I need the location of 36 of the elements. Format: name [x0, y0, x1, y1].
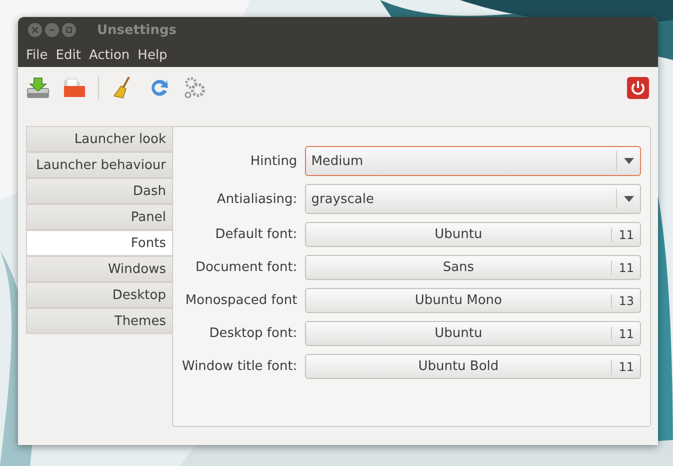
menu-item[interactable]: Edit — [52, 48, 84, 62]
menu-item[interactable]: File — [23, 48, 51, 62]
field-label: Hinting — [249, 154, 298, 168]
close-icon[interactable] — [28, 23, 42, 37]
field-label: Document font: — [194, 260, 298, 275]
tab[interactable]: Dash — [26, 178, 172, 204]
field-label: Default font: — [214, 227, 298, 242]
tab[interactable]: Launcher look — [26, 126, 172, 152]
menu-item[interactable]: Action — [86, 48, 133, 62]
font-button[interactable]: Sans 11 — [305, 255, 641, 280]
power-icon[interactable] — [626, 76, 650, 100]
menu-item[interactable]: Help — [134, 48, 170, 62]
tab[interactable]: Themes — [26, 308, 172, 334]
dropdown[interactable]: grayscale — [305, 184, 641, 214]
font-button[interactable]: Ubuntu 11 — [305, 321, 641, 346]
maximize-icon[interactable] — [62, 23, 76, 37]
tab[interactable]: Desktop — [26, 282, 172, 308]
caret-icon — [624, 158, 634, 164]
font-button[interactable]: Ubuntu 11 — [305, 222, 641, 247]
field-label: Monospaced font — [184, 293, 298, 308]
tab[interactable]: Windows — [26, 256, 172, 282]
dropdown[interactable]: Medium — [305, 146, 641, 176]
save-drive-icon[interactable] — [26, 76, 50, 100]
tab[interactable]: Panel — [26, 204, 172, 230]
tab[interactable]: Fonts — [26, 230, 172, 256]
window-title: Unsettings — [97, 22, 177, 38]
field-label: Window title font: — [182, 359, 298, 374]
minimize-icon[interactable] — [45, 23, 59, 37]
caret-icon — [624, 196, 634, 202]
field-label: Antialiasing: — [216, 192, 298, 206]
gears-icon[interactable] — [183, 76, 207, 100]
field-label: Desktop font: — [208, 326, 298, 341]
folder-icon[interactable] — [62, 76, 86, 100]
font-button[interactable]: Ubuntu Bold 11 — [305, 354, 641, 379]
font-button[interactable]: Ubuntu Mono 13 — [305, 288, 641, 313]
tab[interactable]: Launcher behaviour — [26, 152, 172, 178]
